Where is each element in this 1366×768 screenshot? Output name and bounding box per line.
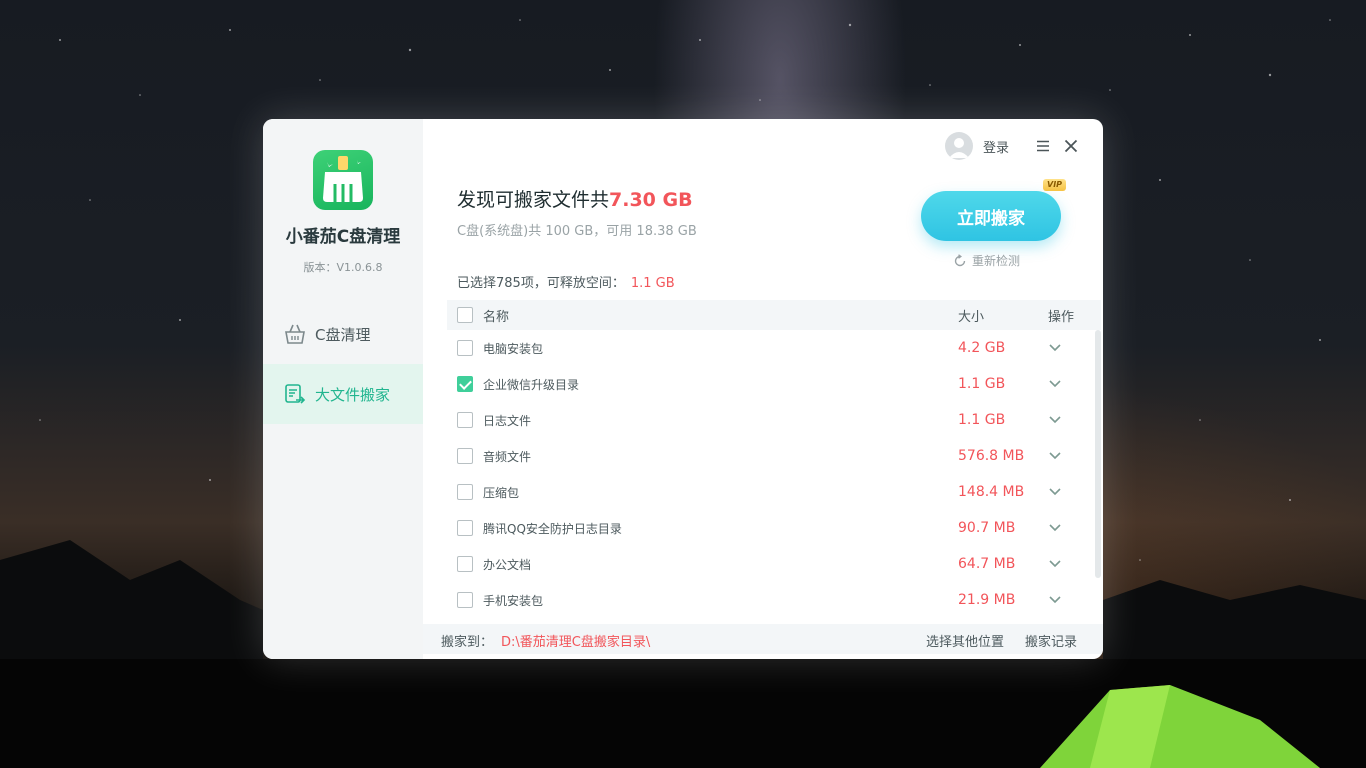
- row-checkbox[interactable]: [457, 376, 473, 392]
- table-row[interactable]: 音频文件 576.8 MB: [447, 438, 1087, 474]
- table-row[interactable]: 手机安装包 21.9 MB: [447, 582, 1087, 618]
- row-size: 1.1 GB: [958, 412, 1006, 428]
- row-name: 办公文档: [483, 558, 532, 572]
- column-action: 操作: [1048, 309, 1075, 325]
- table-row[interactable]: 企业微信升级目录 1.1 GB: [447, 366, 1087, 402]
- topbar: 登录: [944, 131, 1079, 161]
- table-header: 名称 大小 操作: [447, 300, 1101, 330]
- select-all-checkbox[interactable]: [457, 307, 473, 323]
- column-size: 大小: [958, 309, 985, 325]
- nav-c-drive-clean[interactable]: C盘清理: [263, 304, 423, 364]
- vip-badge: VIP: [1043, 179, 1067, 191]
- main-panel: 登录 发现可搬家文件共7.30 GB C盘(系统盘)共 100 GB，可用 18…: [423, 119, 1103, 659]
- table-row[interactable]: 日志文件 1.1 GB: [447, 402, 1087, 438]
- scan-headline: 发现可搬家文件共7.30 GB: [457, 185, 693, 212]
- move-history-link[interactable]: 搬家记录: [1025, 631, 1077, 650]
- row-size: 21.9 MB: [958, 592, 1016, 608]
- row-checkbox[interactable]: [457, 592, 473, 608]
- recheck-button[interactable]: 重新检测: [953, 252, 1020, 269]
- avatar-icon[interactable]: [944, 132, 973, 160]
- headline-total: 7.30 GB: [609, 189, 693, 211]
- table-row[interactable]: 办公文档 64.7 MB: [447, 546, 1087, 582]
- app-window: 小番茄C盘清理 版本：V1.0.6.8 C盘清理 大文件搬家 登录 发现可搬家文…: [263, 119, 1103, 659]
- row-checkbox[interactable]: [457, 556, 473, 572]
- list-scrollbar[interactable]: [1095, 330, 1101, 578]
- row-name: 手机安装包: [483, 594, 544, 608]
- row-checkbox[interactable]: [457, 448, 473, 464]
- refresh-icon: [954, 253, 966, 266]
- row-name: 压缩包: [483, 486, 520, 500]
- column-name: 名称: [483, 309, 510, 325]
- table-row[interactable]: 电脑安装包 4.2 GB: [447, 330, 1087, 366]
- chevron-down-icon[interactable]: [1048, 559, 1062, 569]
- destination-label: 搬家到：: [441, 635, 494, 650]
- chevron-down-icon[interactable]: [1048, 379, 1062, 389]
- row-name: 腾讯QQ安全防护日志目录: [483, 522, 622, 536]
- app-version: 版本：V1.0.6.8: [303, 261, 383, 274]
- chevron-down-icon[interactable]: [1048, 415, 1062, 425]
- basket-icon: [285, 324, 305, 344]
- login-link[interactable]: 登录: [983, 137, 1009, 156]
- sidebar: 小番茄C盘清理 版本：V1.0.6.8 C盘清理 大文件搬家: [263, 119, 423, 659]
- nav-large-file-move[interactable]: 大文件搬家: [263, 364, 423, 424]
- row-name: 电脑安装包: [483, 342, 544, 356]
- table-row[interactable]: 腾讯QQ安全防护日志目录 90.7 MB: [447, 510, 1087, 546]
- chevron-down-icon[interactable]: [1048, 343, 1062, 353]
- footer-bar: 搬家到： D:\番茄清理C盘搬家目录\ 选择其他位置 搬家记录: [423, 624, 1103, 654]
- row-checkbox[interactable]: [457, 484, 473, 500]
- selection-text: 已选择785项，可释放空间：: [457, 276, 625, 291]
- selection-free: 1.1 GB: [630, 276, 675, 291]
- row-size: 148.4 MB: [958, 484, 1025, 500]
- row-checkbox[interactable]: [457, 412, 473, 428]
- nav-large-file-move-label: 大文件搬家: [315, 385, 391, 404]
- table-row[interactable]: 压缩包 148.4 MB: [447, 474, 1087, 510]
- row-size: 90.7 MB: [958, 520, 1016, 536]
- file-move-icon: [285, 384, 306, 404]
- row-name: 日志文件: [483, 414, 532, 428]
- row-size: 4.2 GB: [958, 340, 1006, 356]
- move-now-button[interactable]: 立即搬家: [921, 191, 1061, 241]
- headline-prefix: 发现可搬家文件共: [457, 189, 610, 211]
- nav-c-drive-clean-label: C盘清理: [315, 325, 371, 344]
- choose-other-location-link[interactable]: 选择其他位置: [926, 631, 1004, 650]
- file-category-list: 电脑安装包 4.2 GB 企业微信升级目录 1.1 GB 日志文件 1.1 GB…: [447, 330, 1101, 622]
- row-size: 64.7 MB: [958, 556, 1016, 572]
- app-name: 小番茄C盘清理: [285, 227, 401, 247]
- row-name: 企业微信升级目录: [483, 378, 580, 392]
- recheck-label: 重新检测: [972, 254, 1021, 268]
- chevron-down-icon[interactable]: [1048, 595, 1062, 605]
- close-icon[interactable]: [1063, 138, 1079, 154]
- chevron-down-icon[interactable]: [1048, 523, 1062, 533]
- row-name: 音频文件: [483, 450, 532, 464]
- menu-icon[interactable]: [1035, 138, 1051, 154]
- chevron-down-icon[interactable]: [1048, 451, 1062, 461]
- row-size: 1.1 GB: [958, 376, 1006, 392]
- row-checkbox[interactable]: [457, 340, 473, 356]
- broom-icon: [313, 150, 373, 210]
- chevron-down-icon[interactable]: [1048, 487, 1062, 497]
- selection-info: 已选择785项，可释放空间： 1.1 GB: [457, 272, 675, 291]
- row-size: 576.8 MB: [958, 448, 1025, 464]
- disk-info: C盘(系统盘)共 100 GB，可用 18.38 GB: [457, 224, 697, 239]
- row-checkbox[interactable]: [457, 520, 473, 536]
- destination-path[interactable]: D:\番茄清理C盘搬家目录\: [501, 631, 650, 650]
